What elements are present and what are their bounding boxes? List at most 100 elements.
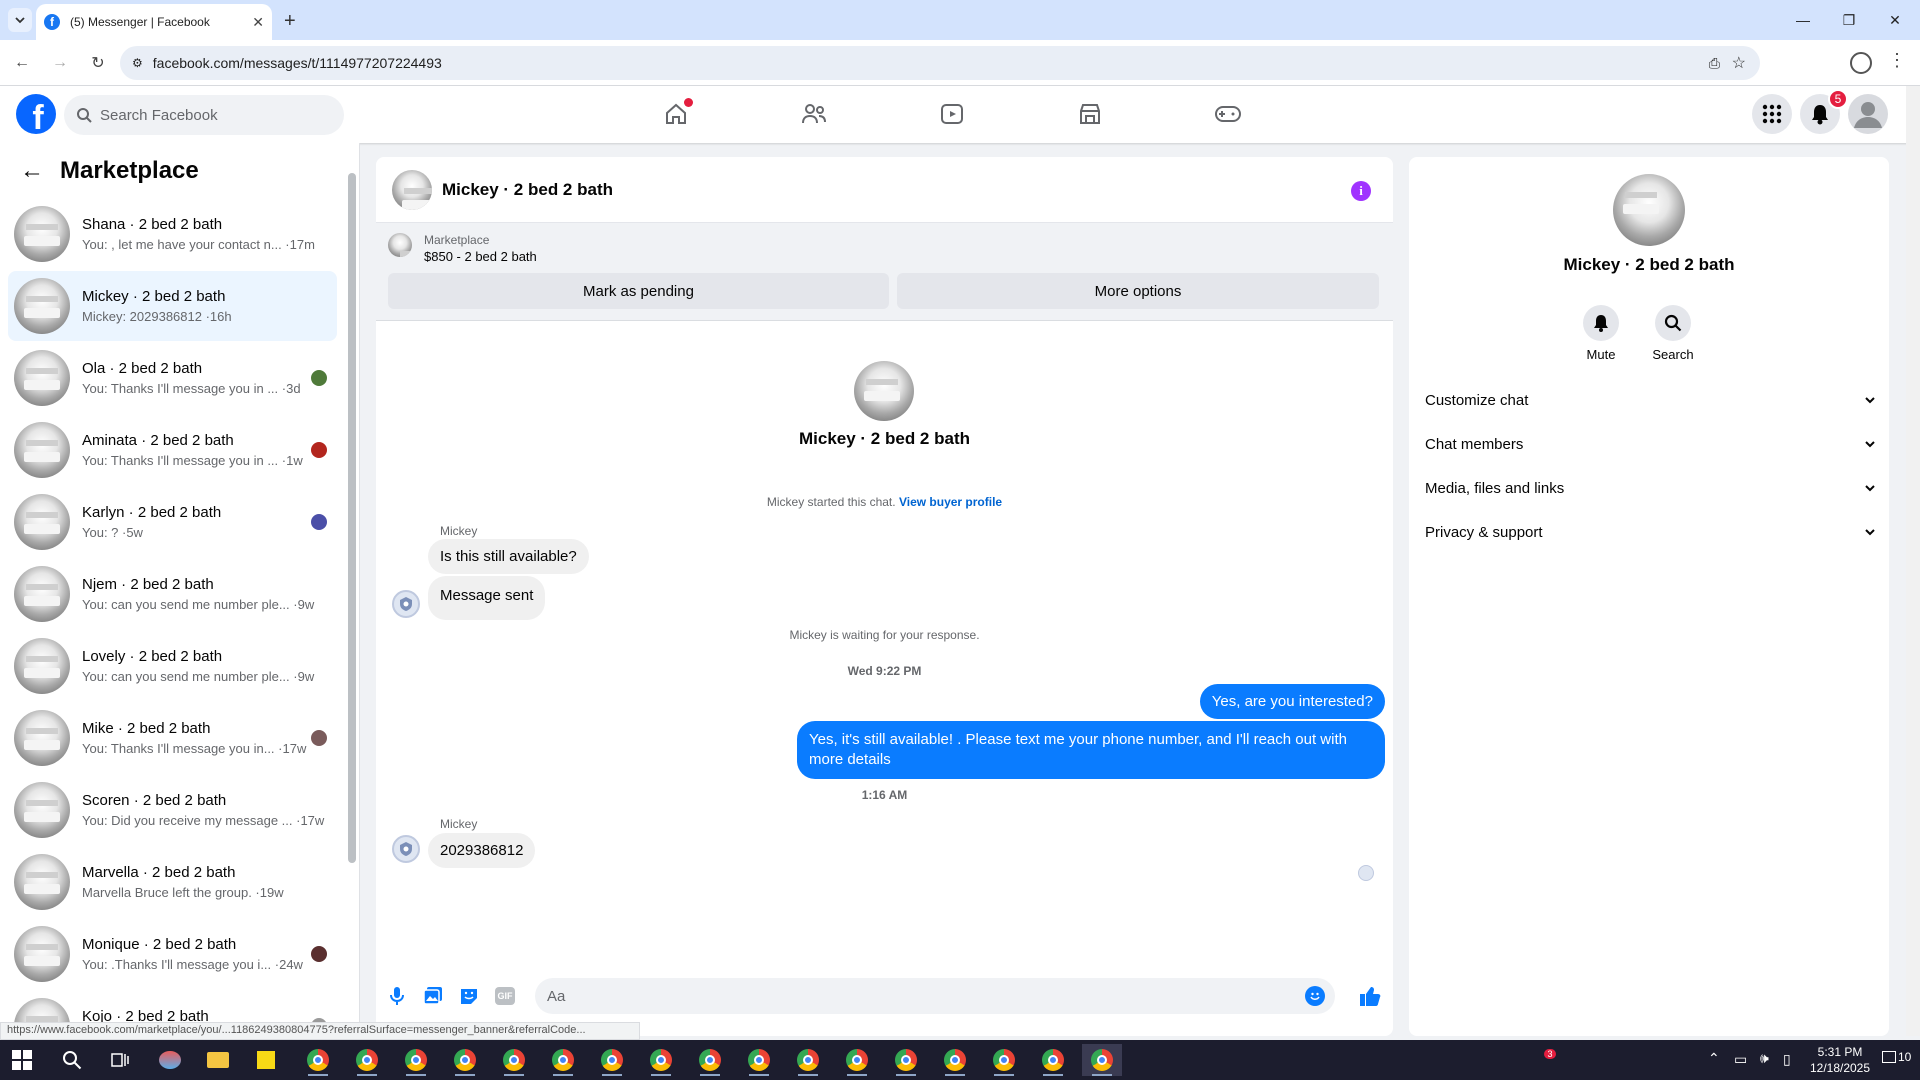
page-scrollbar[interactable]: [1906, 86, 1920, 1036]
mark-as-pending-button[interactable]: Mark as pending: [388, 273, 889, 309]
battery-icon[interactable]: ▯: [1783, 1051, 1791, 1068]
task-view-icon[interactable]: [100, 1044, 140, 1076]
conversation-item[interactable]: Monique · 2 bed 2 bath You: .Thanks I'll …: [8, 919, 337, 989]
bell-icon: [1812, 105, 1828, 125]
conversation-item[interactable]: Karlyn · 2 bed 2 bath You: ? ·5w: [8, 487, 337, 557]
incoming-message[interactable]: Is this still available?: [428, 539, 589, 574]
chrome-taskbar-icon[interactable]: [984, 1044, 1024, 1076]
search-in-chat-button[interactable]: Search: [1643, 305, 1703, 362]
chevron-down-icon: [1865, 485, 1875, 492]
conversation-item[interactable]: Aminata · 2 bed 2 bath You: Thanks I'll m…: [8, 415, 337, 485]
conversation-item[interactable]: Ola · 2 bed 2 bath You: Thanks I'll messa…: [8, 343, 337, 413]
bookmark-star-icon[interactable]: ☆: [1732, 53, 1746, 73]
listing-title[interactable]: $850 - 2 bed 2 bath: [424, 249, 537, 264]
mute-label: Mute: [1586, 347, 1616, 362]
like-thumbs-up-icon[interactable]: [1357, 983, 1383, 1009]
reload-button[interactable]: ↻: [82, 47, 114, 79]
tab-search-dropdown[interactable]: [8, 8, 32, 32]
outgoing-message[interactable]: Yes, it's still available! . Please text…: [797, 721, 1385, 779]
restore-button[interactable]: ❐: [1826, 0, 1872, 40]
outgoing-message[interactable]: Yes, are you interested?: [1199, 684, 1385, 719]
photo-icon[interactable]: [420, 983, 446, 1009]
chrome-taskbar-icon[interactable]: [739, 1044, 779, 1076]
customize-chat-section[interactable]: Customize chat: [1425, 388, 1877, 412]
chrome-taskbar-icon[interactable]: [690, 1044, 730, 1076]
chrome-taskbar-icon[interactable]: [347, 1044, 387, 1076]
mute-button[interactable]: Mute: [1571, 305, 1631, 362]
chrome-taskbar-icon[interactable]: [886, 1044, 926, 1076]
facebook-logo[interactable]: f: [16, 94, 56, 134]
show-hidden-icons-chevron[interactable]: ⌃: [1708, 1050, 1720, 1067]
chrome-taskbar-icon[interactable]: [592, 1044, 632, 1076]
account-avatar[interactable]: [1848, 94, 1888, 134]
chrome-taskbar-icon[interactable]: [298, 1044, 338, 1076]
home-icon[interactable]: [656, 94, 696, 134]
forward-button[interactable]: →: [44, 47, 76, 79]
browser-tab-messenger[interactable]: f (5) Messenger | Facebook ✕: [36, 4, 272, 40]
back-button[interactable]: ←: [6, 47, 38, 79]
taskbar-search-icon[interactable]: [52, 1044, 92, 1076]
conversation-item[interactable]: Lovely · 2 bed 2 bath You: can you send m…: [8, 631, 337, 701]
install-app-icon[interactable]: ⎙: [1709, 55, 1720, 72]
menu-grid-button[interactable]: [1752, 94, 1792, 134]
site-info-icon[interactable]: ⚙: [132, 56, 143, 70]
chrome-taskbar-icon[interactable]: [445, 1044, 485, 1076]
app-icon[interactable]: [150, 1044, 190, 1076]
conversation-item[interactable]: Mike · 2 bed 2 bath You: Thanks I'll mess…: [8, 703, 337, 773]
browser-menu-icon[interactable]: ⋮: [1888, 50, 1906, 71]
details-avatar[interactable]: [1613, 174, 1685, 246]
message-input[interactable]: Aa: [535, 978, 1335, 1014]
new-tab-button[interactable]: +: [284, 10, 296, 33]
scrollbar[interactable]: [348, 173, 356, 863]
conversation-item[interactable]: Shana · 2 bed 2 bath You: , let me have y…: [8, 199, 337, 269]
incoming-message[interactable]: Message sent: [428, 576, 546, 620]
incoming-message[interactable]: 2029386812: [428, 833, 536, 868]
gaming-icon[interactable]: [1208, 94, 1248, 134]
conversation-item[interactable]: Mickey · 2 bed 2 bath Mickey: 2029386812 …: [8, 271, 337, 341]
chrome-taskbar-icon[interactable]: [837, 1044, 877, 1076]
friends-icon[interactable]: [794, 94, 834, 134]
tab-close-icon[interactable]: ✕: [252, 14, 264, 31]
thread-profile-avatar[interactable]: [854, 361, 914, 421]
file-explorer-icon[interactable]: [198, 1044, 238, 1076]
windows-start-icon[interactable]: [2, 1044, 42, 1076]
chrome-taskbar-icon[interactable]: [396, 1044, 436, 1076]
profile-icon[interactable]: [1850, 52, 1872, 74]
network-icon[interactable]: ▭: [1734, 1051, 1747, 1068]
volume-icon[interactable]: 🕪: [1760, 1050, 1769, 1067]
media-files-links-section[interactable]: Media, files and links: [1425, 476, 1877, 500]
conversation-item[interactable]: Scoren · 2 bed 2 bath You: Did you receiv…: [8, 775, 337, 845]
marketplace-icon[interactable]: [1070, 94, 1110, 134]
sticker-icon[interactable]: [456, 983, 482, 1009]
chrome-taskbar-icon[interactable]: [1082, 1044, 1122, 1076]
back-arrow-icon[interactable]: ←: [20, 157, 44, 185]
info-icon[interactable]: i: [1351, 181, 1371, 201]
conversation-item[interactable]: Njem · 2 bed 2 bath You: can you send me …: [8, 559, 337, 629]
chrome-taskbar-icon[interactable]: [641, 1044, 681, 1076]
more-options-button[interactable]: More options: [897, 273, 1379, 309]
view-buyer-profile-link[interactable]: View buyer profile: [899, 495, 1002, 509]
gif-icon[interactable]: GIF: [492, 983, 518, 1009]
chrome-taskbar-icon[interactable]: [788, 1044, 828, 1076]
conversation-thumbnail: [14, 206, 70, 262]
chat-members-section[interactable]: Chat members: [1425, 432, 1877, 456]
close-window-button[interactable]: ✕: [1872, 0, 1918, 40]
facebook-search-input[interactable]: Search Facebook: [64, 95, 344, 135]
minimize-button[interactable]: —: [1780, 0, 1826, 40]
privacy-support-section[interactable]: Privacy & support: [1425, 520, 1877, 544]
conversation-item[interactable]: Marvella · 2 bed 2 bath Marvella Bruce le…: [8, 847, 337, 917]
chrome-taskbar-icon[interactable]: [543, 1044, 583, 1076]
seen-avatar: [311, 514, 327, 530]
emoji-icon[interactable]: [1305, 986, 1325, 1006]
url-field[interactable]: ⚙ facebook.com/messages/t/11149772072244…: [120, 46, 1760, 80]
microphone-icon[interactable]: [384, 983, 410, 1009]
chrome-taskbar-icon[interactable]: [935, 1044, 975, 1076]
chrome-taskbar-icon[interactable]: [1033, 1044, 1073, 1076]
chat-header[interactable]: Mickey · 2 bed 2 bath i: [376, 157, 1393, 223]
listing-thumbnail[interactable]: [388, 233, 412, 257]
video-icon[interactable]: [932, 94, 972, 134]
notification-center-icon[interactable]: 10: [1882, 1050, 1911, 1064]
clock[interactable]: 5:31 PM 12/18/2025: [1800, 1044, 1880, 1076]
sticky-notes-icon[interactable]: [246, 1044, 286, 1076]
chrome-taskbar-icon[interactable]: [494, 1044, 534, 1076]
